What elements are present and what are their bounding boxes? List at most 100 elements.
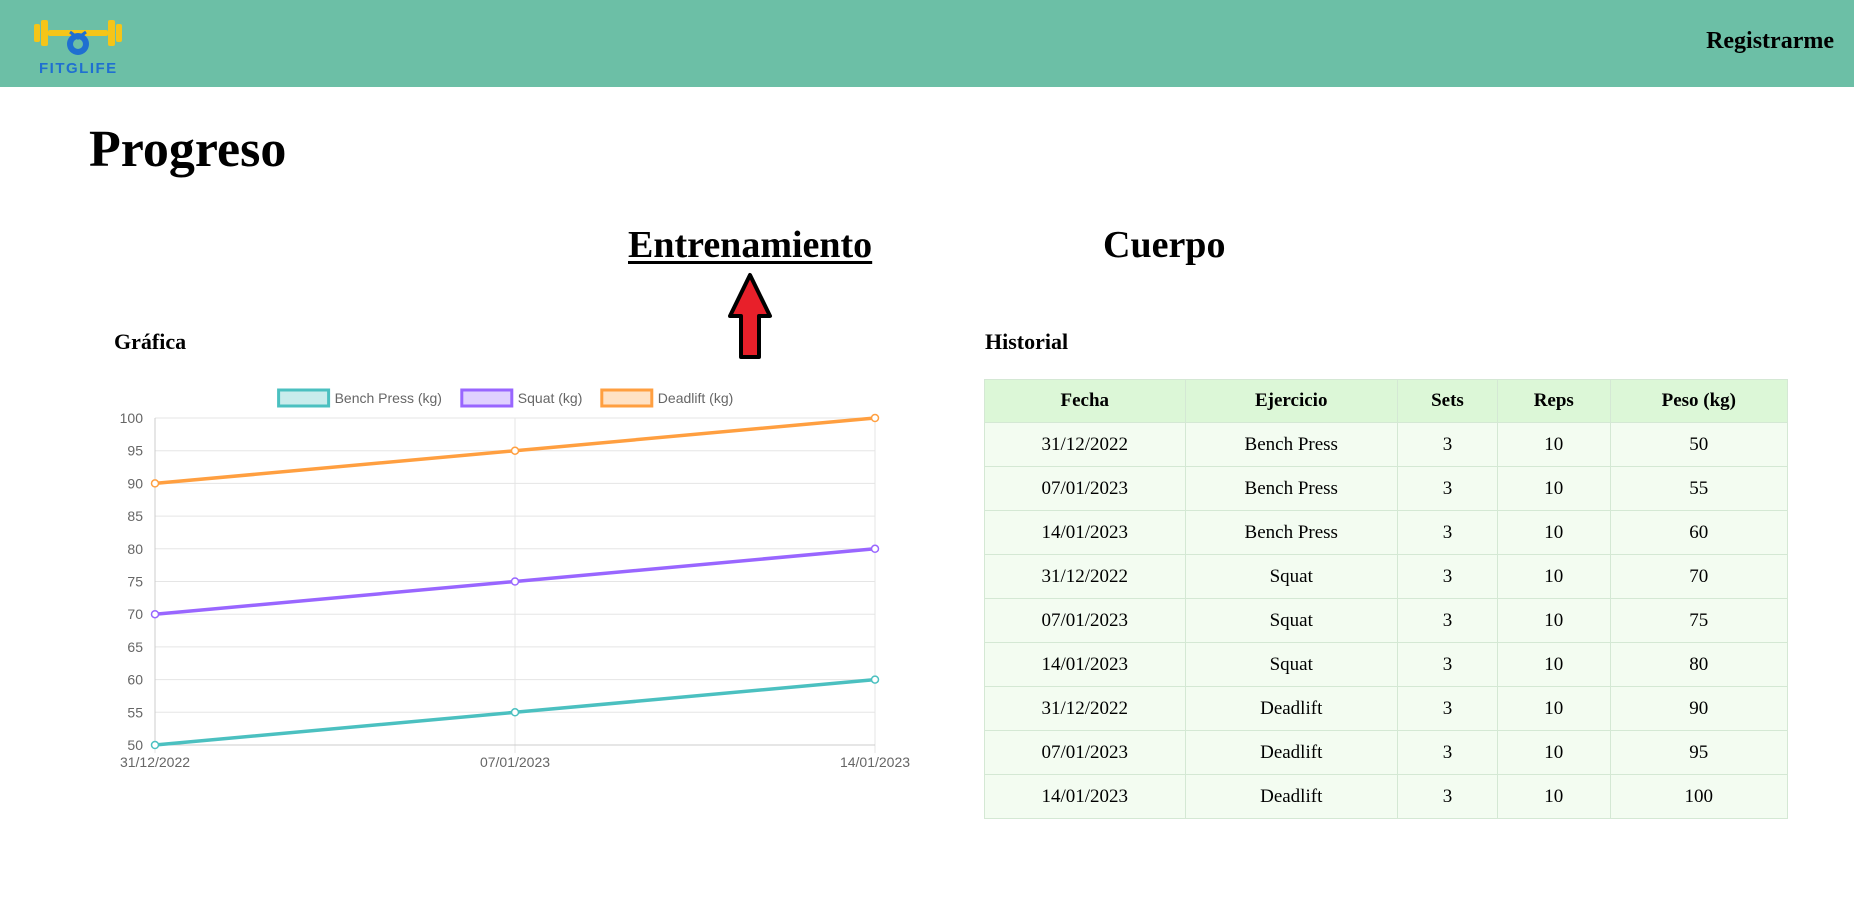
table-cell: 100 [1609, 774, 1789, 819]
y-tick-label: 80 [127, 541, 143, 557]
table-header-row: Fecha Ejercicio Sets Reps Peso (kg) [984, 379, 1789, 423]
table-row: 31/12/2022 Deadlift 3 10 90 [984, 686, 1789, 731]
table-cell: 07/01/2023 [984, 730, 1186, 775]
table-cell: Squat [1184, 598, 1398, 643]
legend-swatch [600, 388, 654, 408]
table-cell: 95 [1609, 730, 1789, 775]
table-cell: Squat [1184, 554, 1398, 599]
table-cell: 14/01/2023 [984, 642, 1186, 687]
y-tick-label: 90 [127, 475, 143, 491]
data-point [510, 708, 520, 717]
table-cell: 14/01/2023 [984, 510, 1186, 555]
legend-label: Bench Press (kg) [335, 390, 442, 406]
red-arrow-up-icon [728, 273, 772, 359]
table-row: 31/12/2022 Bench Press 3 10 50 [984, 422, 1789, 467]
table-header-cell: Fecha [984, 379, 1186, 423]
legend-label: Squat (kg) [518, 390, 583, 406]
x-tick-label: 07/01/2023 [480, 754, 550, 770]
table-row: 07/01/2023 Squat 3 10 75 [984, 598, 1789, 643]
table-header-cell: Peso (kg) [1609, 379, 1789, 423]
y-tick-label: 95 [127, 443, 143, 459]
data-point [510, 577, 520, 586]
table-cell: 3 [1396, 598, 1498, 643]
legend-swatch [277, 388, 331, 408]
table-cell: 10 [1496, 774, 1611, 819]
table-cell: 10 [1496, 422, 1611, 467]
table-cell: Bench Press [1184, 510, 1398, 555]
table-cell: 10 [1496, 466, 1611, 511]
table-cell: 3 [1396, 510, 1498, 555]
history-table: Fecha Ejercicio Sets Reps Peso (kg) 31/12/20… [984, 379, 1789, 819]
table-cell: 70 [1609, 554, 1789, 599]
register-link[interactable]: Registrarme [1706, 28, 1834, 55]
table-row: 14/01/2023 Deadlift 3 10 100 [984, 774, 1789, 819]
table-cell: 3 [1396, 686, 1498, 731]
table-cell: Deadlift [1184, 686, 1398, 731]
x-tick-label: 14/01/2023 [840, 754, 910, 770]
table-header-cell: Sets [1396, 379, 1498, 423]
table-cell: 3 [1396, 730, 1498, 775]
table-row: 14/01/2023 Bench Press 3 10 60 [984, 510, 1789, 555]
table-cell: 31/12/2022 [984, 686, 1186, 731]
table-cell: 3 [1396, 642, 1498, 687]
tab-training[interactable]: Entrenamiento [628, 222, 872, 268]
data-point [870, 544, 880, 554]
navbar: FITGLIFE Registrarme [0, 0, 1854, 87]
history-section-title: Historial [985, 329, 1069, 354]
table-cell: Squat [1184, 642, 1398, 687]
table-cell: 07/01/2023 [984, 466, 1186, 511]
table-cell: 10 [1496, 730, 1611, 775]
table-cell: Bench Press [1184, 422, 1398, 467]
table-row: 31/12/2022 Squat 3 10 70 [984, 554, 1789, 599]
data-point [150, 740, 160, 750]
data-point [510, 446, 520, 455]
y-tick-label: 70 [127, 606, 143, 622]
y-tick-label: 85 [127, 508, 143, 524]
table-cell: 55 [1609, 466, 1789, 511]
y-tick-label: 100 [120, 410, 144, 426]
data-point [870, 413, 880, 423]
table-cell: 10 [1496, 686, 1611, 731]
table-row: 14/01/2023 Squat 3 10 80 [984, 642, 1789, 687]
table-cell: 07/01/2023 [984, 598, 1186, 643]
table-cell: 60 [1609, 510, 1789, 555]
table-cell: 10 [1496, 510, 1611, 555]
x-tick-label: 31/12/2022 [120, 754, 190, 770]
table-row: 07/01/2023 Bench Press 3 10 55 [984, 466, 1789, 511]
table-cell: 50 [1609, 422, 1789, 467]
brand-name: FITGLIFE [39, 60, 118, 77]
data-point [150, 609, 160, 619]
table-cell: 90 [1609, 686, 1789, 731]
table-cell: Deadlift [1184, 774, 1398, 819]
data-point [150, 479, 160, 488]
y-tick-label: 60 [127, 672, 143, 688]
table-cell: 31/12/2022 [984, 422, 1186, 467]
table-cell: 14/01/2023 [984, 774, 1186, 819]
y-tick-label: 55 [127, 704, 143, 720]
table-body: 31/12/2022 Bench Press 3 10 50 07/01/2023 Benc… [984, 422, 1789, 819]
table-header-cell: Ejercicio [1184, 379, 1398, 423]
table-cell: 75 [1609, 598, 1789, 643]
chart-section-title: Gráfica [114, 329, 187, 354]
table-header-cell: Reps [1496, 379, 1611, 423]
data-point [870, 675, 880, 684]
table-cell: Bench Press [1184, 466, 1398, 511]
table-cell: 3 [1396, 466, 1498, 511]
table-cell: 10 [1496, 642, 1611, 687]
table-cell: 31/12/2022 [984, 554, 1186, 599]
table-cell: Deadlift [1184, 730, 1398, 775]
table-cell: 80 [1609, 642, 1789, 687]
table-cell: 10 [1496, 554, 1611, 599]
y-tick-label: 75 [127, 574, 143, 590]
table-cell: 3 [1396, 774, 1498, 819]
y-tick-label: 50 [127, 737, 143, 753]
table-cell: 3 [1396, 422, 1498, 467]
legend-swatch [460, 388, 514, 408]
tab-body[interactable]: Cuerpo [1103, 222, 1225, 268]
table-cell: 10 [1496, 598, 1611, 643]
table-cell: 3 [1396, 554, 1498, 599]
table-row: 07/01/2023 Deadlift 3 10 95 [984, 730, 1789, 775]
y-tick-label: 65 [127, 639, 143, 655]
legend-label: Deadlift (kg) [658, 390, 733, 406]
page-title: Progreso [89, 121, 287, 178]
